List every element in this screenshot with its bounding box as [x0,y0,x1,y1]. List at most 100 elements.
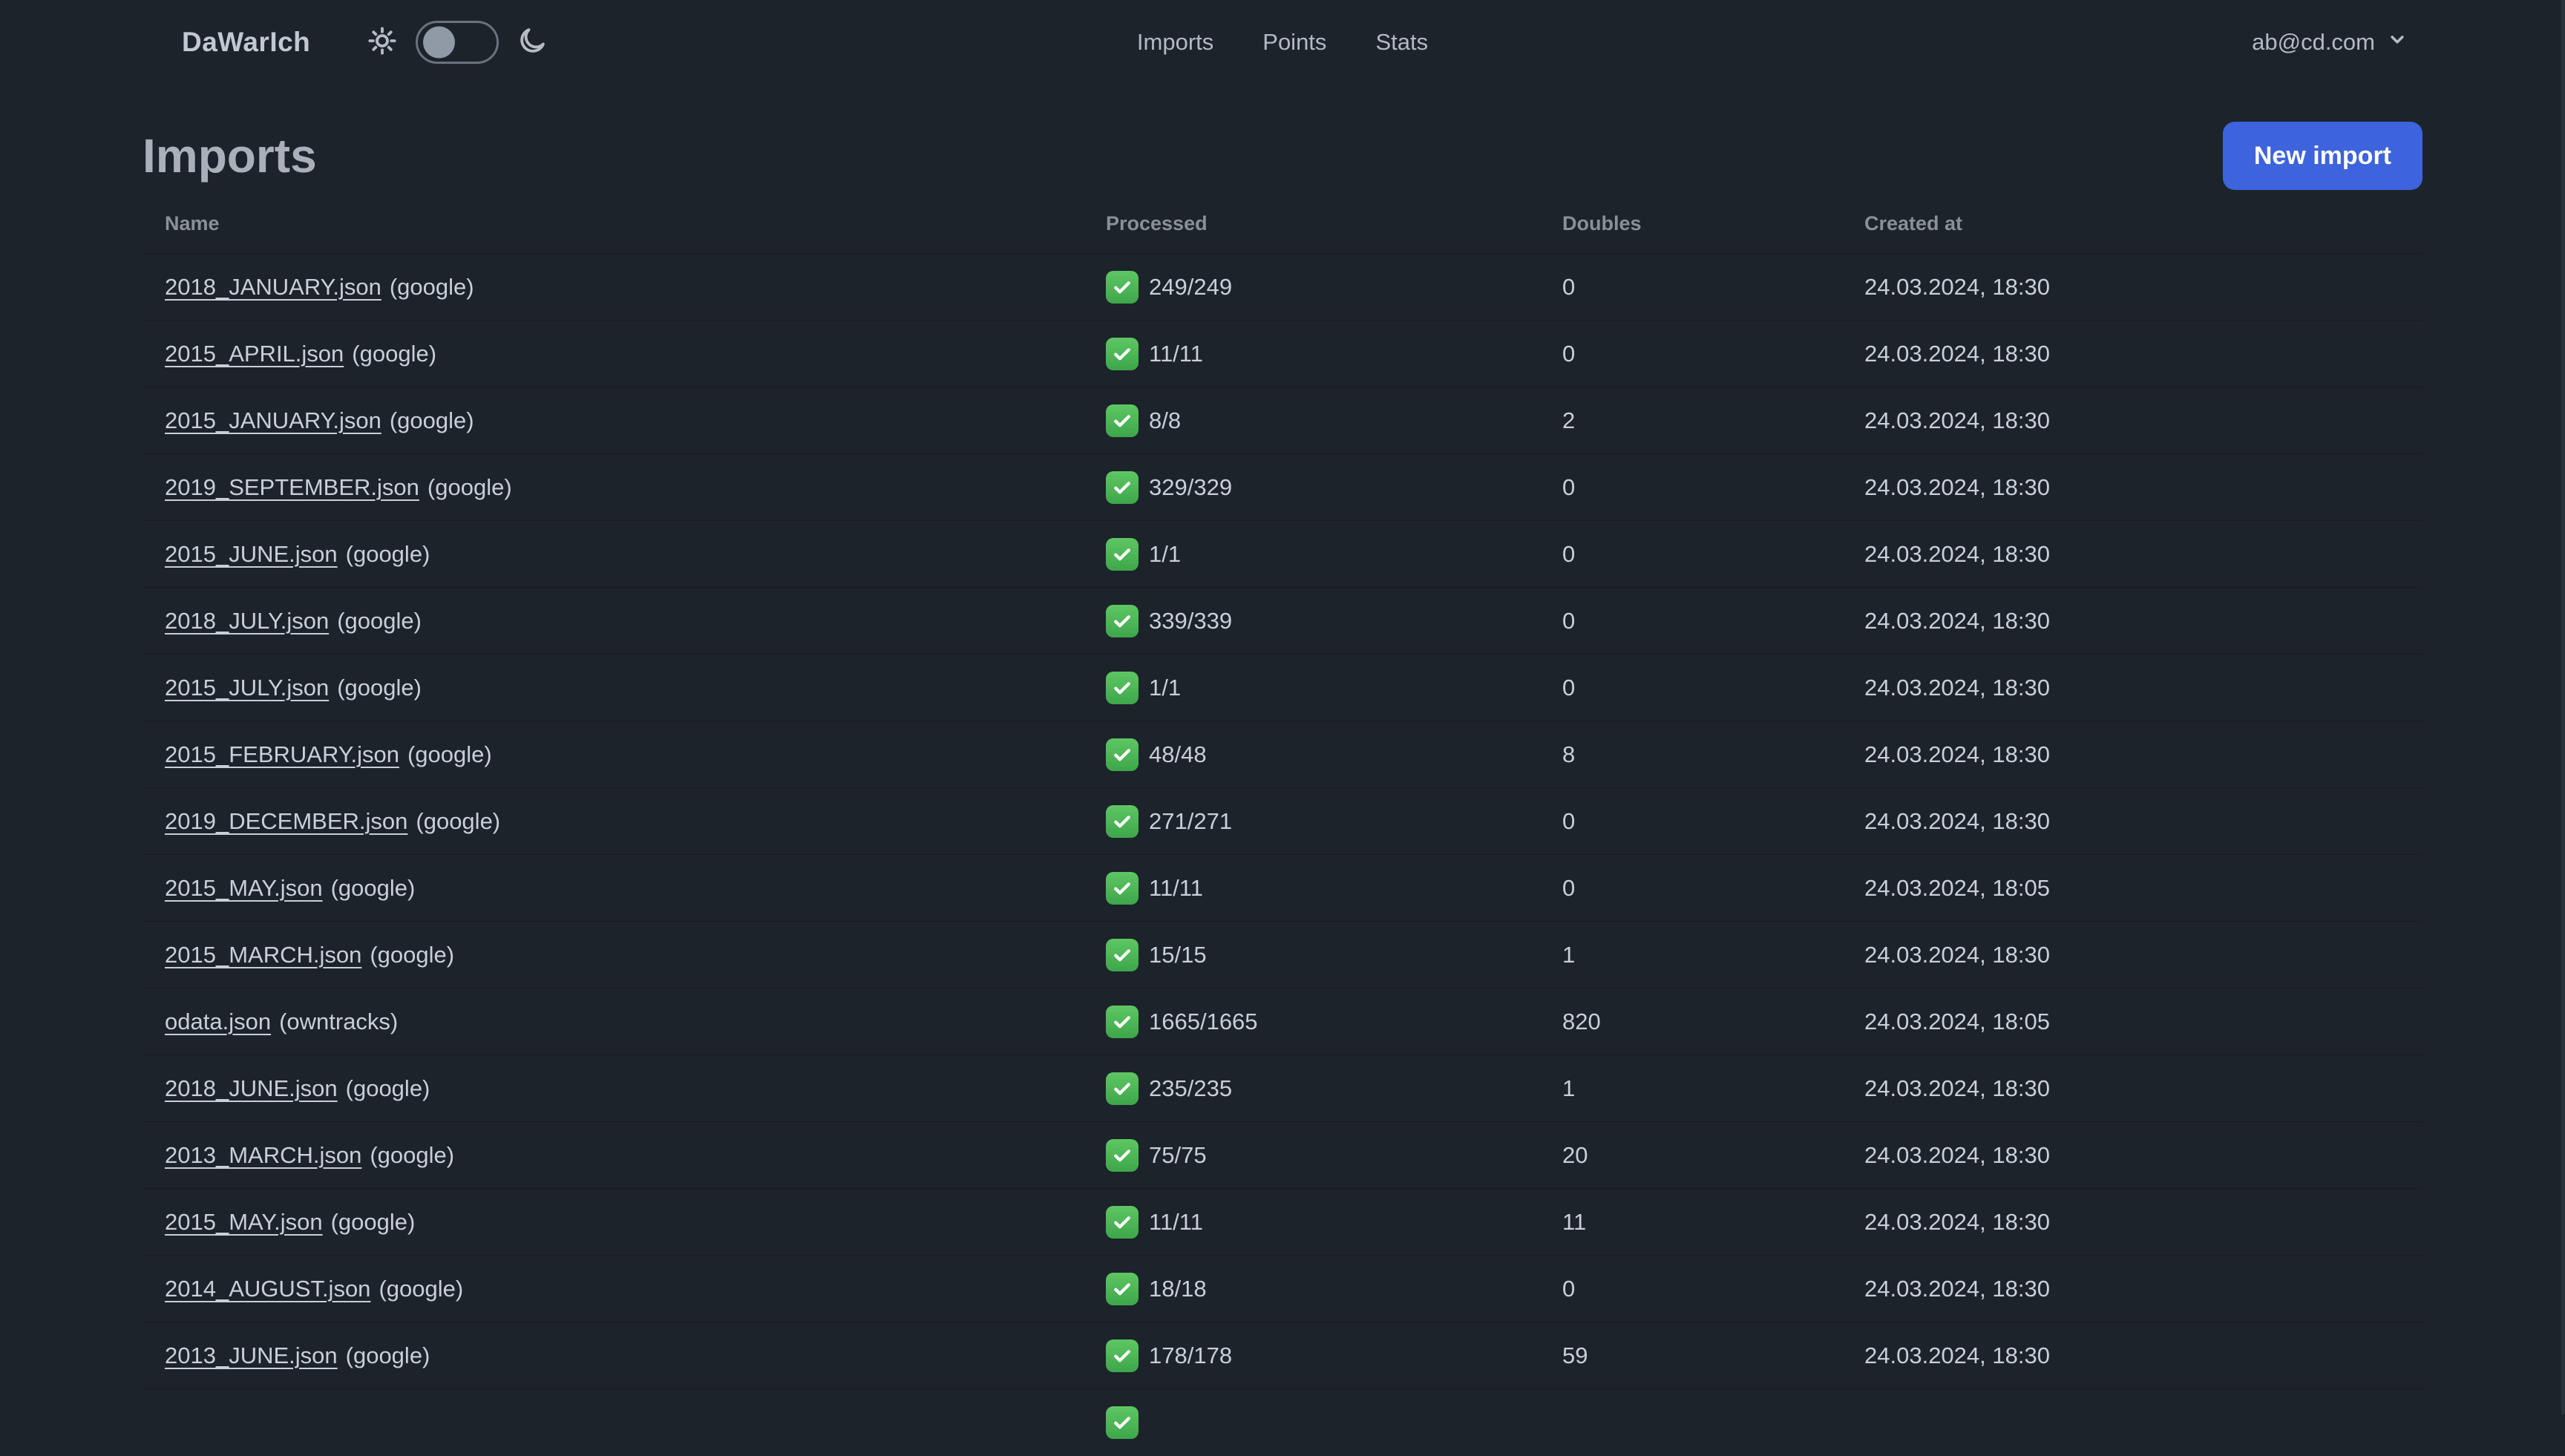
import-file-link[interactable]: 2015_JANUARY.json [165,407,381,434]
name-cell: 2015_MARCH.json (google) [142,942,1106,968]
column-header-doubles: Doubles [1562,212,1642,235]
table-row: odata.json (owntracks) 1665/1665 820 24.… [142,988,2422,1055]
processed-count: 48/48 [1149,741,1207,767]
created-at-cell: 24.03.2024, 18:30 [1864,607,2050,634]
import-file-link[interactable]: 2015_JUNE.json [165,541,338,568]
table-row: 2019_SEPTEMBER.json (google) 329/329 0 2… [142,454,2422,521]
processed-count: 1665/1665 [1149,1008,1258,1034]
processed-cell: 1/1 [1106,671,1562,704]
green-check-icon [1106,537,1139,571]
processed-count: 11/11 [1149,874,1203,901]
processed-cell: 1/1 [1106,537,1562,571]
green-check-icon [1106,470,1139,504]
import-file-link[interactable]: 2014_AUGUST.json [165,1276,370,1302]
processed-cell: 11/11 [1106,871,1562,905]
processed-count: 249/249 [1149,273,1233,300]
table-row: 2013_JUNE.json (google) 178/178 59 24.03… [142,1322,2422,1389]
name-cell: 2015_MAY.json (google) [142,875,1106,902]
import-file-link[interactable]: 2018_JANUARY.json [165,274,381,301]
doubles-cell: 1 [1562,941,1576,968]
import-file-link[interactable]: odata.json [165,1009,271,1035]
name-cell: 2019_DECEMBER.json (google) [142,808,1106,835]
user-menu[interactable]: ab@cd.com [2252,28,2408,56]
imports-table: Name Processed Doubles Created at 2018_J… [142,194,2422,1456]
import-file-link[interactable]: 2019_DECEMBER.json [165,808,407,835]
import-file-link[interactable]: 2015_MAY.json [165,875,323,902]
import-source-label: (google) [337,607,422,634]
created-at-cell: 24.03.2024, 18:30 [1864,741,2050,767]
processed-count: 339/339 [1149,607,1233,634]
table-row: 2015_MAY.json (google) 11/11 0 24.03.202… [142,855,2422,922]
processed-cell: 1665/1665 [1106,1005,1562,1038]
green-check-icon [1106,270,1139,304]
created-at-cell: 24.03.2024, 18:30 [1864,1208,2050,1235]
green-check-icon [1106,1339,1139,1372]
created-at-cell: 24.03.2024, 18:30 [1864,273,2050,300]
created-at-cell: 24.03.2024, 18:05 [1864,1008,2050,1034]
processed-count: 235/235 [1149,1075,1233,1101]
nav-link-imports[interactable]: Imports [1137,29,1213,56]
green-check-icon [1106,1005,1139,1038]
theme-toggle-knob [423,26,456,59]
nav-link-points[interactable]: Points [1262,29,1326,56]
new-import-button[interactable]: New import [2222,122,2422,190]
moon-icon [517,25,548,60]
processed-count: 329/329 [1149,473,1233,500]
import-source-label: (google) [389,273,474,300]
created-at-cell: 24.03.2024, 18:30 [1864,1141,2050,1168]
green-check-icon [1106,1406,1139,1439]
import-file-link[interactable]: 2013_JUNE.json [165,1342,338,1369]
created-at-cell: 24.03.2024, 18:30 [1864,941,2050,968]
import-file-link[interactable]: 2019_SEPTEMBER.json [165,474,419,501]
theme-toggle-cluster [367,21,548,64]
import-file-link[interactable]: 2015_MAY.json [165,1209,323,1236]
import-file-link[interactable]: 2015_JULY.json [165,675,329,701]
table-row [142,1389,2422,1456]
import-file-link[interactable]: 2015_FEBRUARY.json [165,741,399,768]
doubles-cell: 0 [1562,473,1576,500]
import-file-link[interactable]: 2015_APRIL.json [165,341,344,367]
green-check-icon [1106,871,1139,905]
processed-cell: 339/339 [1106,604,1562,637]
import-source-label: (google) [427,473,512,500]
doubles-cell: 0 [1562,540,1576,567]
import-file-link[interactable]: 2018_JUNE.json [165,1075,338,1102]
created-at-cell: 24.03.2024, 18:30 [1864,407,2050,433]
table-row: 2018_JANUARY.json (google) 249/249 0 24.… [142,254,2422,321]
doubles-cell: 0 [1562,340,1576,367]
green-check-icon [1106,1272,1139,1305]
created-at-cell: 24.03.2024, 18:30 [1864,1275,2050,1302]
import-source-label: (google) [345,1342,430,1368]
table-row: 2015_FEBRUARY.json (google) 48/48 8 24.0… [142,721,2422,788]
processed-count: 1/1 [1149,674,1182,701]
import-source-label: (owntracks) [279,1008,399,1034]
scrollbar-track[interactable] [2561,0,2565,1414]
user-email: ab@cd.com [2252,29,2375,55]
created-at-cell: 24.03.2024, 18:30 [1864,1342,2050,1368]
name-cell: 2015_FEBRUARY.json (google) [142,741,1106,768]
processed-cell: 75/75 [1106,1138,1562,1172]
doubles-cell: 1 [1562,1075,1576,1101]
name-cell: 2015_MAY.json (google) [142,1209,1106,1236]
name-cell: 2015_JUNE.json (google) [142,541,1106,568]
nav-link-stats[interactable]: Stats [1375,29,1428,56]
import-source-label: (google) [330,1208,416,1235]
name-cell: 2014_AUGUST.json (google) [142,1276,1106,1302]
processed-cell: 271/271 [1106,804,1562,838]
name-cell: 2015_JANUARY.json (google) [142,407,1106,434]
processed-cell: 48/48 [1106,738,1562,771]
navbar: DaWarIch Imports Points Stats ab@cd.com [0,0,2565,85]
doubles-cell: 0 [1562,607,1576,634]
green-check-icon [1106,671,1139,704]
processed-cell: 8/8 [1106,404,1562,437]
import-file-link[interactable]: 2018_JULY.json [165,608,329,634]
import-file-link[interactable]: 2015_MARCH.json [165,942,361,968]
green-check-icon [1106,1205,1139,1239]
processed-count: 8/8 [1149,407,1182,433]
theme-toggle[interactable] [416,21,499,64]
processed-cell: 11/11 [1106,337,1562,370]
doubles-cell: 2 [1562,407,1576,433]
app-logo[interactable]: DaWarIch [182,27,310,58]
processed-cell: 18/18 [1106,1272,1562,1305]
import-file-link[interactable]: 2013_MARCH.json [165,1142,361,1169]
